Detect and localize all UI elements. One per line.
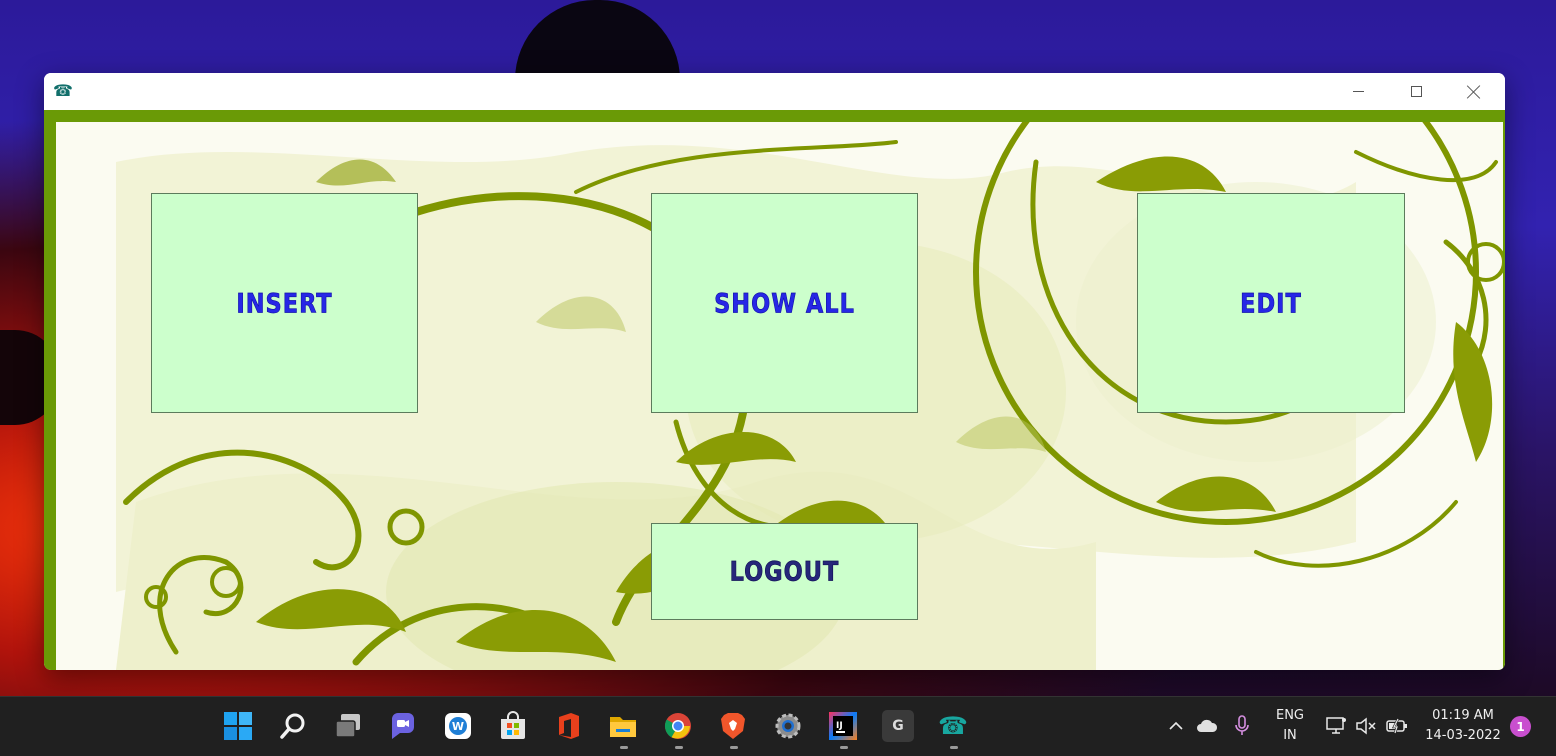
network-icon[interactable] xyxy=(1322,696,1350,756)
file-explorer-icon[interactable] xyxy=(607,710,639,742)
search-icon[interactable] xyxy=(277,710,309,742)
start-icon[interactable] xyxy=(222,710,254,742)
minimize-button[interactable] xyxy=(1329,73,1387,110)
green-frame: INSERT SHOW ALL EDIT LOGOUT xyxy=(44,110,1505,670)
logout-button[interactable]: LOGOUT xyxy=(651,523,918,620)
task-view-icon[interactable] xyxy=(332,710,364,742)
app-window: ☎ INSERT SHOW ALL EDIT LOGOUT xyxy=(44,73,1505,670)
title-bar[interactable]: ☎ xyxy=(44,73,1505,110)
running-indicator xyxy=(675,746,683,749)
language-indicator[interactable]: ENG IN xyxy=(1266,696,1314,756)
svg-text:IJ: IJ xyxy=(836,721,843,731)
show-hidden-icons-chevron-icon[interactable] xyxy=(1164,696,1188,756)
menu-panel: INSERT SHOW ALL EDIT LOGOUT xyxy=(56,122,1503,670)
store-icon[interactable] xyxy=(497,710,529,742)
running-indicator xyxy=(950,746,958,749)
logout-label: LOGOUT xyxy=(729,556,840,587)
close-button[interactable] xyxy=(1445,73,1503,110)
edit-label: EDIT xyxy=(1240,287,1302,319)
maximize-icon xyxy=(1410,86,1422,97)
chat-icon[interactable] xyxy=(387,710,419,742)
office-icon[interactable] xyxy=(552,710,584,742)
clock-date: 14-03-2022 xyxy=(1425,728,1501,743)
language-region: IN xyxy=(1283,728,1297,743)
show-all-button[interactable]: SHOW ALL xyxy=(651,193,918,413)
microphone-icon[interactable] xyxy=(1229,696,1255,756)
volume-muted-icon[interactable] xyxy=(1352,696,1380,756)
intellij-icon[interactable]: IJ xyxy=(827,710,859,742)
settings-icon[interactable] xyxy=(772,710,804,742)
maximize-button[interactable] xyxy=(1387,73,1445,110)
minimize-icon xyxy=(1352,91,1364,92)
clock[interactable]: 01:19 AM 14-03-2022 xyxy=(1418,696,1508,756)
running-indicator xyxy=(840,746,848,749)
running-indicator xyxy=(620,746,628,749)
notification-badge[interactable]: 1 xyxy=(1510,716,1531,737)
telephone-app-icon[interactable]: ☎ xyxy=(937,710,969,742)
edit-button[interactable]: EDIT xyxy=(1137,193,1405,413)
clock-time: 01:19 AM xyxy=(1432,708,1494,723)
g-app-icon[interactable]: G xyxy=(882,710,914,742)
widgets-icon[interactable]: W xyxy=(442,710,474,742)
telephone-icon: ☎ xyxy=(53,81,73,100)
insert-button[interactable]: INSERT xyxy=(151,193,418,413)
insert-label: INSERT xyxy=(236,287,333,319)
onedrive-cloud-icon[interactable] xyxy=(1193,696,1221,756)
chrome-icon[interactable] xyxy=(662,710,694,742)
close-icon xyxy=(1467,85,1481,99)
language-code: ENG xyxy=(1275,708,1304,723)
show-all-label: SHOW ALL xyxy=(714,287,855,319)
svg-text:W: W xyxy=(452,720,464,733)
battery-charging-icon[interactable] xyxy=(1383,696,1411,756)
running-indicator xyxy=(730,746,738,749)
brave-icon[interactable] xyxy=(717,710,749,742)
